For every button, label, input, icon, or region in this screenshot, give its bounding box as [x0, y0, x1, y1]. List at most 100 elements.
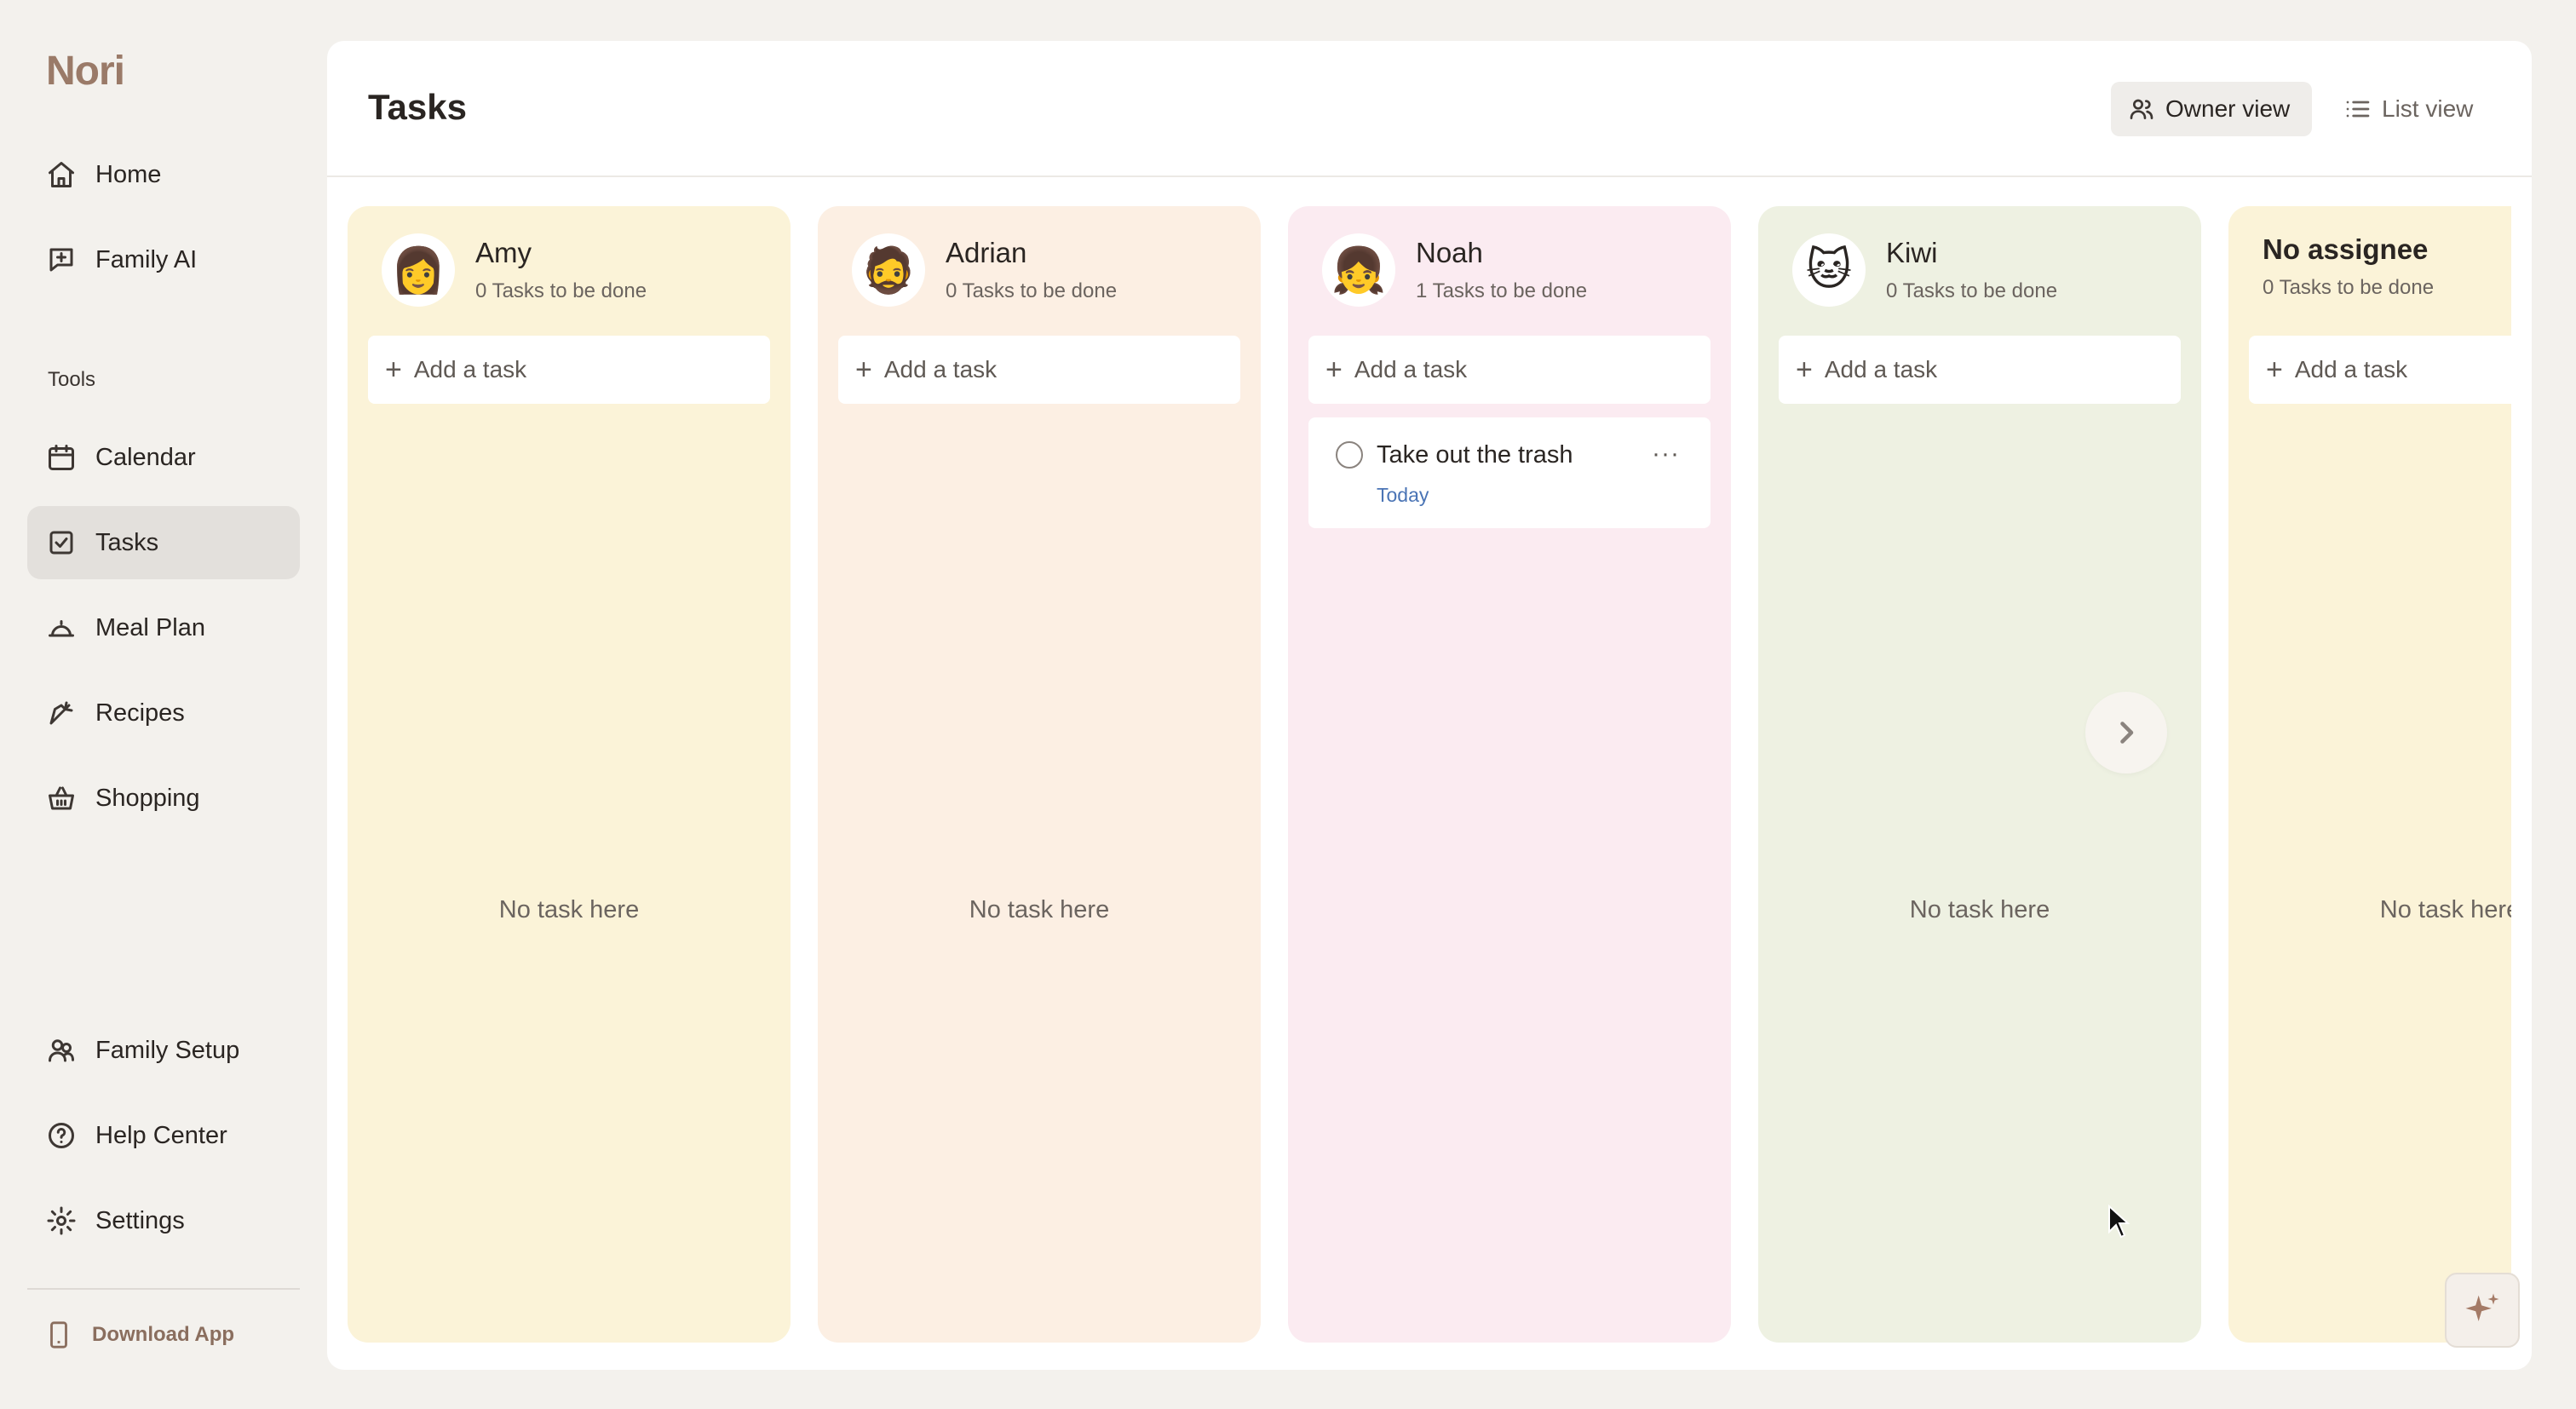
add-task-button[interactable]: + Add a task — [1779, 336, 2181, 404]
sidebar-item-family-ai[interactable]: Family AI — [27, 223, 300, 296]
plus-icon: + — [1796, 353, 1813, 386]
sidebar-item-label: Settings — [95, 1206, 185, 1234]
column-task-count: 1 Tasks to be done — [1416, 279, 1588, 302]
app-logo[interactable]: Nori — [46, 48, 125, 95]
sidebar-item-label: Home — [95, 160, 162, 188]
ai-assistant-button[interactable] — [2445, 1273, 2520, 1348]
column-task-count: 0 Tasks to be done — [1886, 279, 2058, 302]
column-header: No assignee 0 Tasks to be done — [2263, 233, 2434, 300]
gear-icon — [44, 1204, 78, 1238]
more-options-icon[interactable]: ··· — [1652, 440, 1680, 469]
sidebar: Nori Home Family AI Tools Calendar Tasks… — [0, 0, 325, 1409]
phone-icon — [50, 1321, 67, 1349]
plus-icon: + — [855, 353, 872, 386]
task-board: 👩 Amy 0 Tasks to be done + Add a task No… — [348, 206, 2511, 1343]
add-task-label: Add a task — [413, 356, 527, 382]
empty-state: No task here — [969, 896, 1110, 923]
sidebar-item-label: Family Setup — [95, 1036, 240, 1064]
add-task-label: Add a task — [883, 356, 998, 382]
sidebar-item-shopping[interactable]: Shopping — [27, 762, 300, 835]
sidebar-item-label: Shopping — [95, 784, 200, 812]
plus-icon: + — [385, 353, 402, 386]
empty-state: No task here — [2379, 896, 2511, 923]
chat-sparkle-icon — [44, 243, 78, 277]
owner-view-label: Owner view — [2165, 95, 2291, 122]
carrot-icon — [44, 696, 78, 730]
add-task-button[interactable]: + Add a task — [2249, 336, 2511, 404]
sidebar-item-label: Tasks — [95, 528, 159, 556]
owner-column-no-assignee: No assignee 0 Tasks to be done + Add a t… — [2228, 206, 2511, 1343]
task-complete-checkbox[interactable] — [1336, 441, 1363, 469]
sidebar-item-label: Recipes — [95, 699, 185, 727]
help-icon — [44, 1119, 78, 1153]
column-owner-name: Adrian — [946, 237, 1027, 268]
chevron-right-icon — [2120, 722, 2134, 744]
plus-icon: + — [1325, 353, 1343, 386]
column-owner-name: Noah — [1416, 237, 1483, 268]
calendar-icon — [44, 440, 78, 474]
column-owner-name: No assignee — [2263, 233, 2429, 265]
main-panel: Tasks Owner view List view 👩 Amy 0 Tasks… — [327, 41, 2532, 1370]
task-due-date: Today — [1377, 484, 1429, 506]
checkbox-icon — [44, 526, 78, 560]
add-task-button[interactable]: + Add a task — [838, 336, 1240, 404]
column-task-count: 0 Tasks to be done — [2263, 276, 2435, 299]
avatar: 🧔 — [852, 233, 925, 307]
home-icon — [44, 158, 78, 192]
add-task-button[interactable]: + Add a task — [1308, 336, 1711, 404]
mouse-cursor-icon — [2108, 1205, 2130, 1239]
column-header: 👧 Noah 1 Tasks to be done — [1322, 233, 1587, 307]
sidebar-item-settings[interactable]: Settings — [27, 1184, 300, 1257]
sidebar-item-label: Help Center — [95, 1121, 227, 1149]
download-app-link[interactable]: Download App — [44, 1320, 234, 1349]
column-owner-name: Kiwi — [1886, 237, 1938, 268]
column-owner-name: Amy — [475, 237, 532, 268]
tools-section-label: Tools — [48, 368, 96, 391]
family-icon — [44, 1033, 78, 1067]
column-header: 🐱 Kiwi 0 Tasks to be done — [1792, 233, 2057, 307]
column-task-count: 0 Tasks to be done — [475, 279, 647, 302]
basket-icon — [44, 781, 78, 815]
sparkle-icon — [2465, 1293, 2499, 1321]
task-card[interactable]: Take out the trash Today ··· — [1308, 417, 1711, 528]
scroll-right-button[interactable] — [2085, 692, 2167, 774]
column-header: 👩 Amy 0 Tasks to be done — [382, 233, 647, 307]
owner-column-adrian: 🧔 Adrian 0 Tasks to be done + Add a task… — [818, 206, 1261, 1343]
cloche-icon — [44, 611, 78, 645]
sidebar-item-tasks[interactable]: Tasks — [27, 506, 300, 579]
task-title: Take out the trash — [1377, 441, 1573, 469]
plus-icon: + — [2266, 353, 2283, 386]
avatar: 👩 — [382, 233, 455, 307]
avatar: 👧 — [1322, 233, 1395, 307]
sidebar-item-home[interactable]: Home — [27, 138, 300, 211]
avatar: 🐱 — [1792, 233, 1866, 307]
download-app-label: Download App — [92, 1323, 235, 1346]
sidebar-divider — [27, 1288, 300, 1290]
users-icon — [2130, 99, 2153, 119]
page-title: Tasks — [368, 87, 467, 127]
sidebar-item-label: Calendar — [95, 443, 196, 471]
sidebar-item-meal-plan[interactable]: Meal Plan — [27, 591, 300, 664]
list-view-button[interactable]: List view — [2327, 82, 2498, 136]
list-icon — [2346, 101, 2370, 118]
empty-state: No task here — [498, 896, 640, 923]
sidebar-item-label: Family AI — [95, 245, 198, 273]
column-header: 🧔 Adrian 0 Tasks to be done — [852, 233, 1117, 307]
add-task-button[interactable]: + Add a task — [368, 336, 770, 404]
owner-view-button[interactable]: Owner view — [2111, 82, 2312, 136]
add-task-label: Add a task — [1354, 356, 1468, 382]
list-view-label: List view — [2382, 95, 2474, 122]
sidebar-item-family-setup[interactable]: Family Setup — [27, 1014, 300, 1087]
sidebar-item-recipes[interactable]: Recipes — [27, 676, 300, 750]
owner-column-amy: 👩 Amy 0 Tasks to be done + Add a task No… — [348, 206, 791, 1343]
empty-state: No task here — [1909, 896, 2050, 923]
add-task-label: Add a task — [2294, 356, 2408, 382]
sidebar-item-label: Meal Plan — [95, 613, 205, 641]
page-header: Tasks Owner view List view — [327, 41, 2532, 177]
owner-column-noah: 👧 Noah 1 Tasks to be done + Add a task T… — [1288, 206, 1731, 1343]
sidebar-item-calendar[interactable]: Calendar — [27, 421, 300, 494]
sidebar-item-help-center[interactable]: Help Center — [27, 1099, 300, 1172]
column-task-count: 0 Tasks to be done — [946, 279, 1118, 302]
add-task-label: Add a task — [1824, 356, 1938, 382]
owner-column-kiwi: 🐱 Kiwi 0 Tasks to be done + Add a task N… — [1758, 206, 2201, 1343]
